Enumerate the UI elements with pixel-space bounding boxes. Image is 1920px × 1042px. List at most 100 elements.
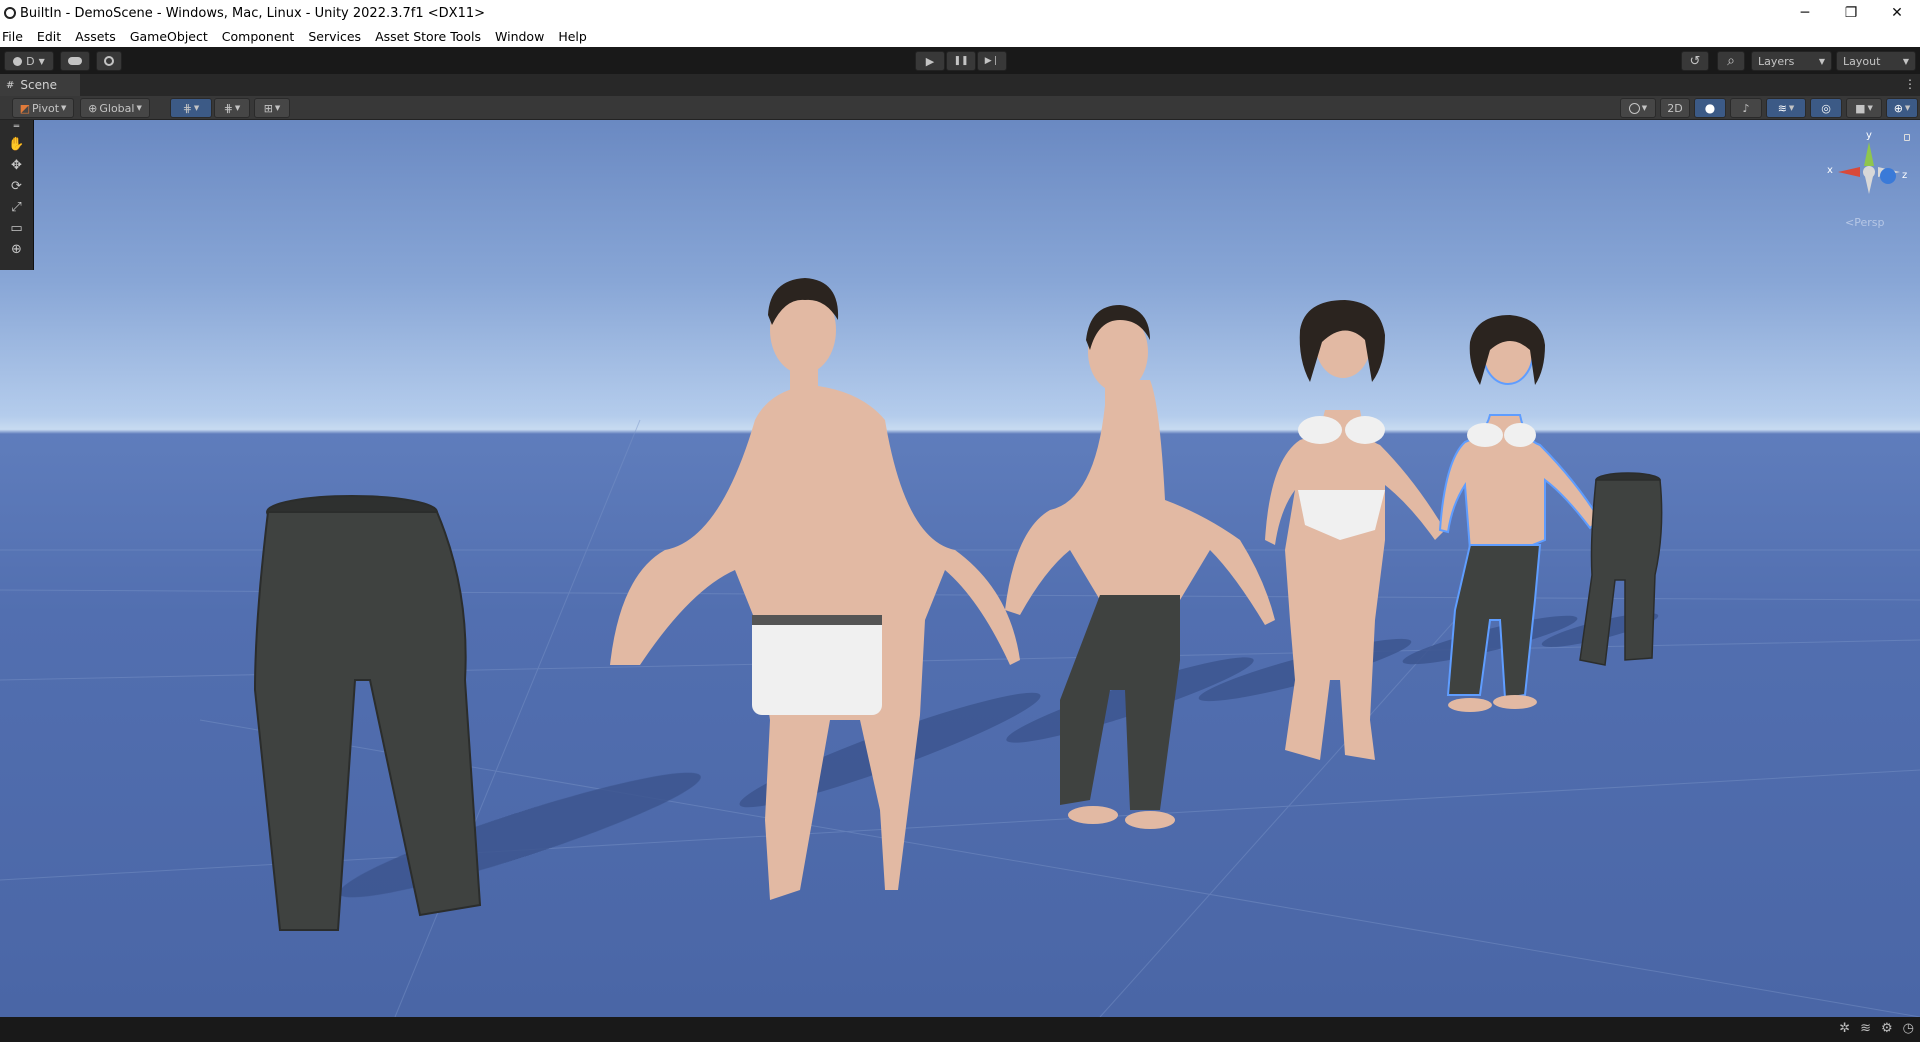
snap-icon: ⋕ [223, 101, 233, 115]
play-button[interactable]: ▶ [915, 51, 945, 71]
menu-services[interactable]: Services [301, 29, 368, 44]
menu-gameobject[interactable]: GameObject [123, 29, 215, 44]
settings-icon[interactable]: ⚙ [1881, 1021, 1893, 1036]
step-button[interactable]: ▶❘ [977, 51, 1007, 71]
hand-tool-icon[interactable]: ✋ [0, 134, 33, 155]
account-label: D [26, 54, 35, 68]
axis-gizmo-icon [1838, 142, 1900, 194]
chevron-down-icon: ▼ [61, 104, 67, 112]
status-bar: ✲ ≋ ⚙ ◷ [0, 1017, 1920, 1042]
account-icon [13, 56, 23, 66]
hidden-objects-toggle[interactable]: ◎ [1810, 98, 1842, 118]
camera-icon: ■ [1855, 101, 1866, 115]
grid-snapping-button[interactable]: ⋕ ▼ [214, 98, 250, 118]
scene-render [0, 278, 1920, 1017]
chevron-down-icon: ▼ [1867, 104, 1873, 112]
toggle-2d-button[interactable]: 2D [1660, 98, 1690, 118]
global-label: Global [99, 101, 135, 115]
audio-toggle-button[interactable]: ♪ [1730, 98, 1762, 118]
pivot-dropdown[interactable]: ◩ Pivot ▼ [12, 98, 74, 118]
menu-window[interactable]: Window [488, 29, 551, 44]
debug-icon[interactable]: ✲ [1839, 1021, 1850, 1036]
unity-logo-icon [4, 7, 16, 19]
gizmo-x-label: x [1827, 165, 1833, 176]
gizmo-y-label: y [1866, 130, 1872, 141]
undo-history-button[interactable]: ↺ [1681, 51, 1709, 71]
progress-icon[interactable]: ◷ [1903, 1021, 1914, 1036]
tab-scene-label: Scene [20, 78, 57, 92]
ruler-icon: ⊞ [263, 101, 273, 115]
scene-viewport[interactable]: y x z <Persp [0, 120, 1920, 1017]
pivot-label: Pivot [32, 101, 60, 115]
grid-icon: # [6, 79, 15, 91]
layers-dropdown[interactable]: Layers ▼ [1751, 51, 1832, 71]
menu-assets[interactable]: Assets [68, 29, 123, 44]
tab-menu-icon[interactable]: ⋮ [1904, 77, 1916, 91]
woman-character-underwear[interactable] [1265, 300, 1445, 760]
projection-label[interactable]: <Persp [1845, 216, 1884, 229]
orientation-gizmo[interactable]: y x z [1826, 130, 1912, 218]
window-title: BuiltIn - DemoScene - Windows, Mac, Linu… [20, 5, 485, 21]
chevron-down-icon: ▼ [1788, 104, 1795, 112]
lightbulb-icon: ● [1704, 101, 1716, 115]
window-titlebar: BuiltIn - DemoScene - Windows, Mac, Linu… [0, 0, 1920, 26]
chevron-down-icon: ▼ [1904, 104, 1911, 112]
tab-scene[interactable]: # Scene [0, 74, 80, 96]
man-character-underwear[interactable] [610, 278, 1020, 900]
layout-dropdown[interactable]: Layout ▼ [1836, 51, 1916, 71]
menu-file[interactable]: File [0, 29, 30, 44]
layers-label: Layers [1758, 54, 1795, 68]
gizmo-z-label: z [1902, 170, 1908, 181]
globe-icon: ⊕ [88, 101, 98, 115]
chevron-down-icon: ▼ [193, 104, 200, 112]
man-character-jeans[interactable] [1005, 305, 1275, 829]
transform-tool-icon[interactable]: ⊕ [0, 239, 33, 260]
stack-icon[interactable]: ≋ [1860, 1021, 1871, 1036]
move-tool-icon[interactable]: ✥ [0, 155, 33, 176]
chevron-down-icon: ▼ [1641, 104, 1648, 112]
lock-icon[interactable] [1904, 134, 1910, 141]
collab-button[interactable] [96, 51, 122, 71]
rotate-tool-icon[interactable]: ⟳ [0, 176, 33, 197]
tool-palette: ═ ✋ ✥ ⟳ ⤢ ▭ ⊕ [0, 120, 34, 270]
menu-help[interactable]: Help [551, 29, 594, 44]
draw-mode-dropdown[interactable]: ▼ [1620, 98, 1656, 118]
cloud-button[interactable] [60, 51, 90, 71]
jeans-object-right[interactable] [1579, 472, 1663, 666]
global-dropdown[interactable]: ⊕ Global ▼ [80, 98, 150, 118]
pivot-icon: ◩ [19, 101, 30, 115]
menu-asset-store-tools[interactable]: Asset Store Tools [368, 29, 488, 44]
tab-bar: # Scene ⋮ [0, 74, 1920, 96]
increment-snap-button[interactable]: ⊞ ▼ [254, 98, 290, 118]
effects-icon: ≋ [1777, 101, 1787, 115]
tool-palette-handle[interactable]: ═ [0, 120, 33, 134]
audio-icon: ♪ [1742, 101, 1750, 115]
close-button[interactable]: ✕ [1874, 0, 1920, 26]
menu-component[interactable]: Component [215, 29, 302, 44]
collab-icon [104, 56, 114, 66]
grid-snap-icon: ⋕ [182, 101, 192, 115]
scene-toolbar: ◩ Pivot ▼ ⊕ Global ▼ ⋕ ▼ ⋕ ▼ ⊞ ▼ ▼ 2D ● … [0, 96, 1920, 120]
minimize-button[interactable]: ─ [1782, 0, 1828, 26]
grid-toggle-button[interactable]: ⋕ ▼ [170, 98, 212, 118]
main-toolbar: D ▼ ▶ ❚❚ ▶❘ ↺ ⌕ Layers ▼ Layout ▼ [0, 47, 1920, 74]
chevron-down-icon: ▼ [1818, 56, 1825, 66]
chevron-down-icon: ▼ [1902, 56, 1909, 66]
lighting-toggle-button[interactable]: ● [1694, 98, 1726, 118]
effects-dropdown[interactable]: ≋ ▼ [1766, 98, 1806, 118]
pause-button[interactable]: ❚❚ [946, 51, 976, 71]
rect-tool-icon[interactable]: ▭ [0, 218, 33, 239]
layout-label: Layout [1843, 54, 1881, 68]
menu-bar: File Edit Assets GameObject Component Se… [0, 26, 1920, 47]
jeans-object-left[interactable] [253, 495, 482, 931]
woman-character-jeans-selected[interactable] [1438, 315, 1602, 712]
scale-tool-icon[interactable]: ⤢ [0, 197, 33, 218]
account-dropdown[interactable]: D ▼ [4, 51, 54, 71]
camera-settings-dropdown[interactable]: ■ ▼ [1846, 98, 1882, 118]
restore-button[interactable]: ❐ [1828, 0, 1874, 26]
menu-edit[interactable]: Edit [30, 29, 68, 44]
gizmos-dropdown[interactable]: ⊕ ▼ [1886, 98, 1918, 118]
cloud-icon [68, 57, 82, 65]
search-button[interactable]: ⌕ [1717, 51, 1745, 71]
eye-slash-icon: ◎ [1821, 101, 1831, 115]
